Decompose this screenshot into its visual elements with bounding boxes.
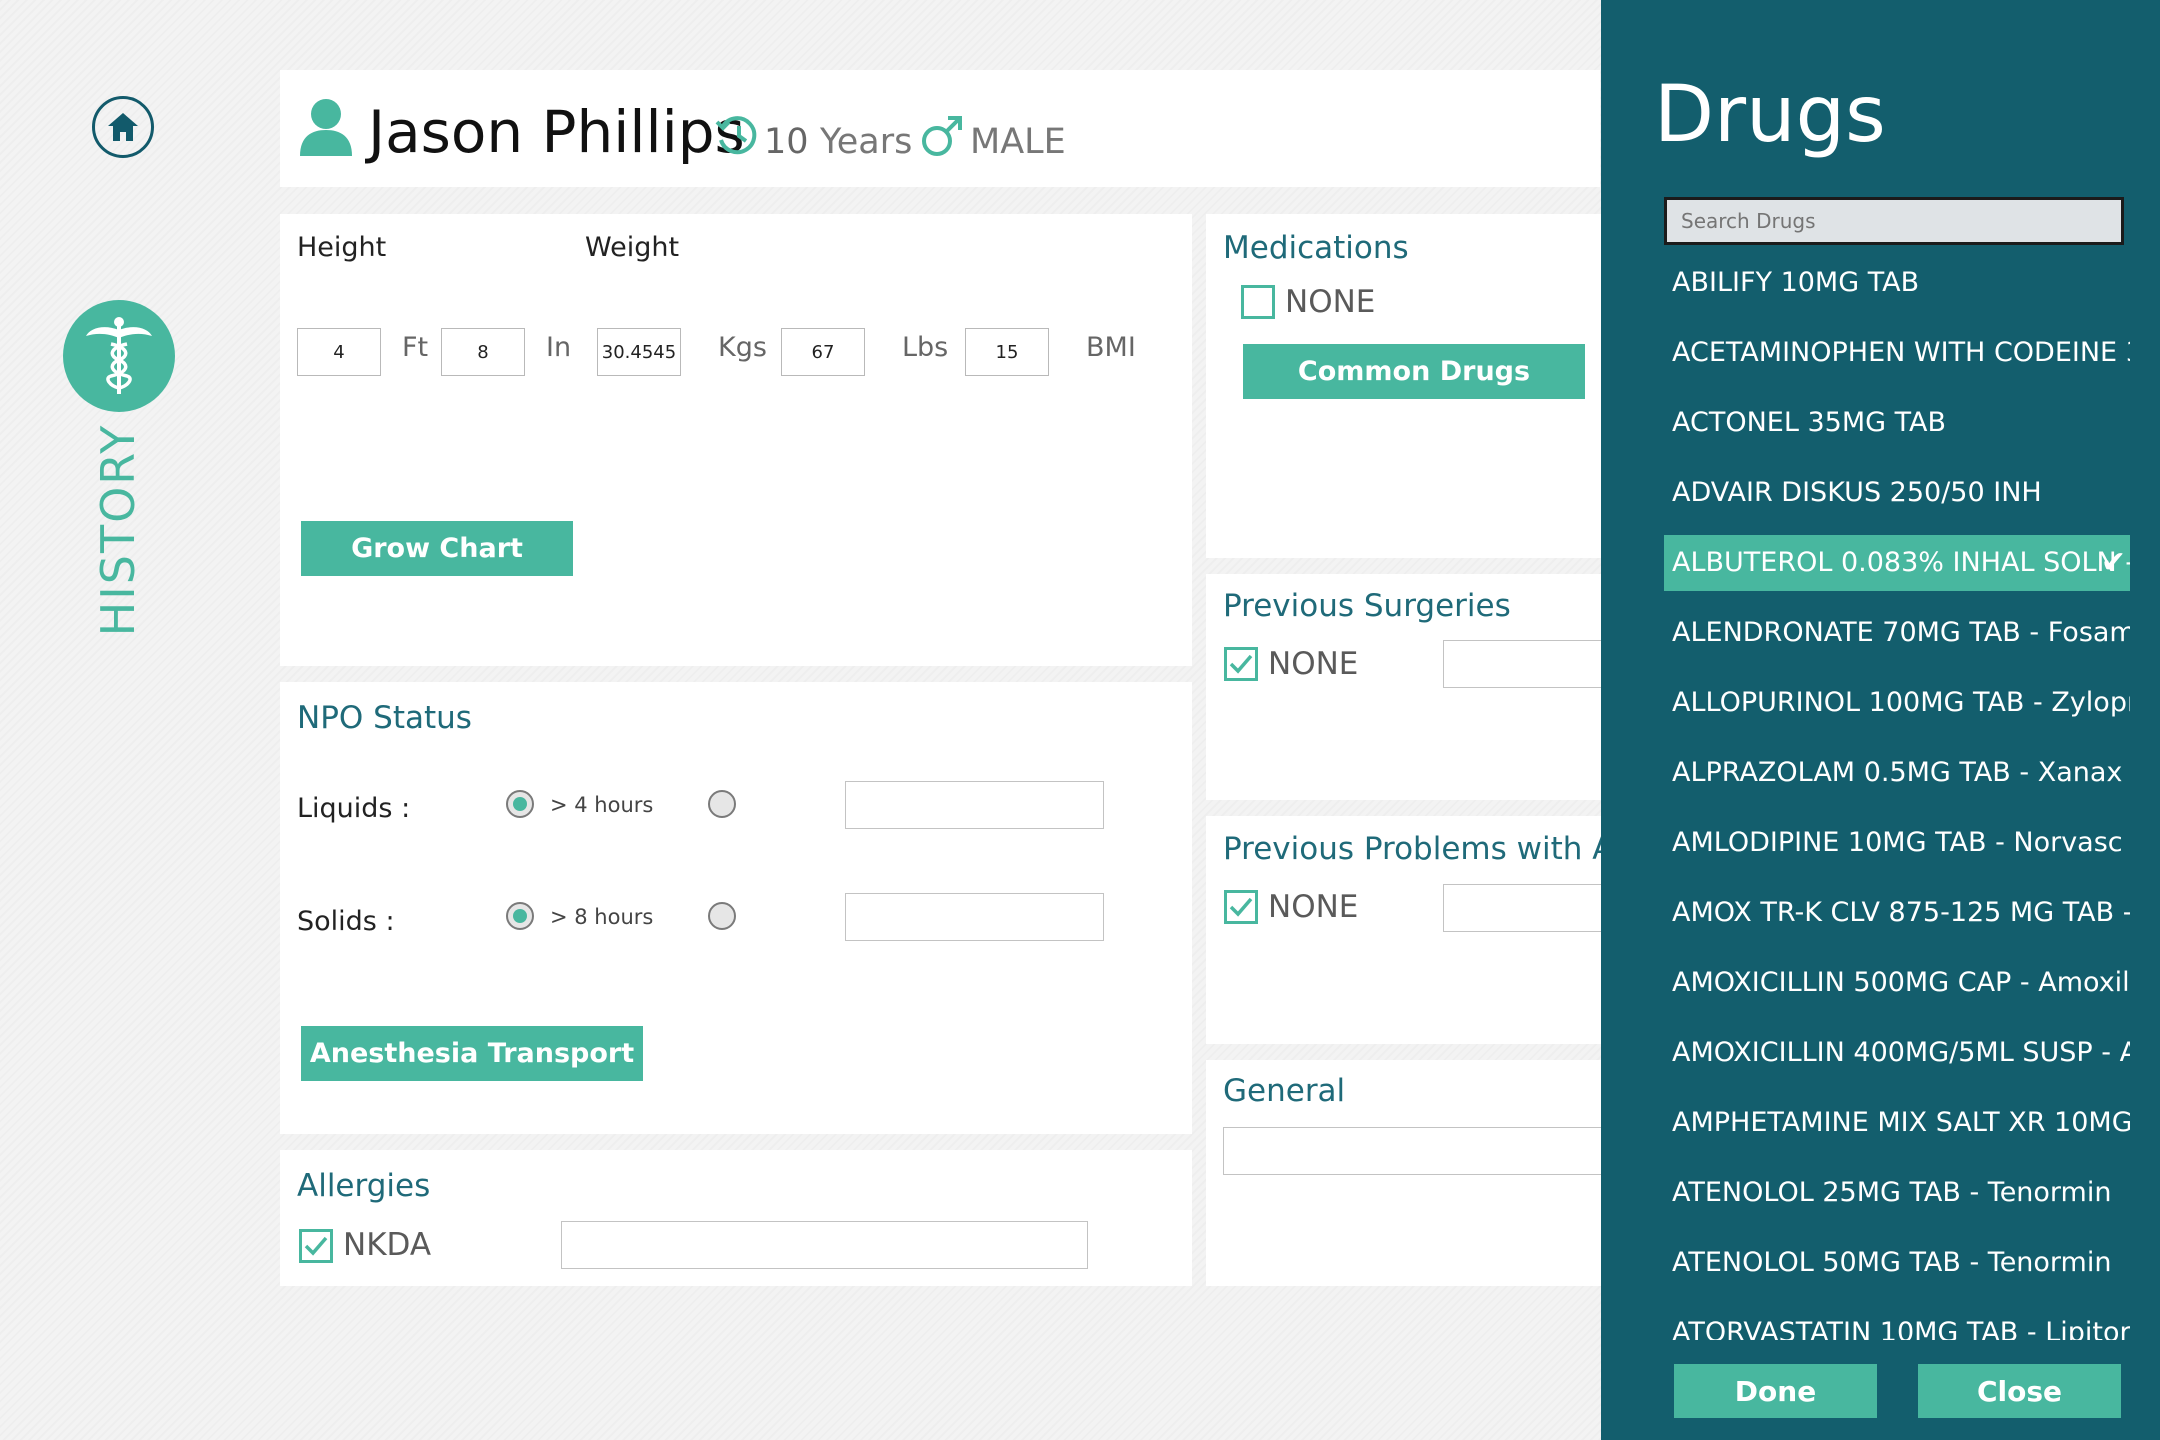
drug-list-item[interactable]: ACETAMINOPHEN WITH CODEINE 30 [1664, 325, 2130, 381]
surgeries-input[interactable] [1443, 640, 1613, 688]
drug-list-item[interactable]: ATENOLOL 25MG TAB - Tenormin [1664, 1165, 2130, 1221]
drug-list-item[interactable]: ALENDRONATE 70MG TAB - Fosamax [1664, 605, 2130, 661]
medications-none-label: NONE [1285, 284, 1376, 320]
done-button[interactable]: Done [1674, 1364, 1877, 1418]
section-label-history: HISTORY [91, 423, 145, 637]
grow-chart-button[interactable]: Grow Chart [301, 521, 573, 576]
bmi-unit: BMI [1086, 332, 1136, 363]
drug-list-item[interactable]: ACTONEL 35MG TAB [1664, 395, 2130, 451]
home-button[interactable] [92, 96, 154, 158]
close-button[interactable]: Close [1918, 1364, 2121, 1418]
patient-gender: MALE [970, 122, 1066, 162]
medications-title: Medications [1223, 230, 1409, 266]
npo-status-title: NPO Status [297, 700, 472, 736]
drug-item-label: ADVAIR DISKUS 250/50 INH [1672, 477, 2042, 508]
drug-list-item[interactable]: ALPRAZOLAM 0.5MG TAB - Xanax [1664, 745, 2130, 801]
drug-list-item[interactable]: AMOX TR-K CLV 875-125 MG TAB - A [1664, 885, 2130, 941]
drug-item-label: AMOXICILLIN 400MG/5ML SUSP - An [1672, 1037, 2130, 1068]
solids-option-label: > 8 hours [550, 905, 654, 929]
drug-list-item[interactable]: ATENOLOL 50MG TAB - Tenormin [1664, 1235, 2130, 1291]
allergies-title: Allergies [297, 1168, 431, 1204]
liquids-label: Liquids : [297, 793, 411, 824]
surgeries-none-checkbox[interactable] [1224, 647, 1258, 681]
drug-item-label: AMOX TR-K CLV 875-125 MG TAB - A [1672, 897, 2130, 928]
lbs-unit: Lbs [902, 332, 949, 363]
drug-list-item[interactable]: ABILIFY 10MG TAB [1664, 255, 2130, 311]
surgeries-none-label: NONE [1268, 646, 1359, 682]
drug-item-label: AMOXICILLIN 500MG CAP - Amoxil [1672, 967, 2130, 998]
drug-list-item[interactable]: ADVAIR DISKUS 250/50 INH [1664, 465, 2130, 521]
solids-other-input[interactable] [845, 893, 1104, 941]
height-feet-input[interactable]: 4 [297, 328, 381, 376]
medications-none-checkbox[interactable] [1241, 285, 1275, 319]
drug-item-label: ALBUTEROL 0.083% INHAL SOLN - [1672, 547, 2130, 578]
drug-item-label: ATORVASTATIN 10MG TAB - Lipitor [1672, 1317, 2130, 1340]
drug-list-item[interactable]: ATORVASTATIN 10MG TAB - Lipitor [1664, 1305, 2130, 1340]
patient-age-value: 10 [764, 122, 809, 162]
nkda-checkbox[interactable] [299, 1229, 333, 1263]
drug-item-label: ALENDRONATE 70MG TAB - Fosamax [1672, 617, 2130, 648]
bmi-input[interactable]: 15 [965, 328, 1049, 376]
measurements-panel [280, 214, 1192, 666]
patient-name: Jason Phillips [368, 98, 745, 166]
height-label: Height [297, 232, 387, 263]
liquids-other-input[interactable] [845, 781, 1104, 829]
previous-surgeries-title: Previous Surgeries [1223, 588, 1511, 624]
home-icon [108, 113, 138, 141]
drug-item-label: AMPHETAMINE MIX SALT XR 10MG C [1672, 1107, 2130, 1138]
checkmark-icon [1229, 897, 1253, 917]
drug-list-item[interactable]: ALLOPURINOL 100MG TAB - Zyloprim [1664, 675, 2130, 731]
drugs-title: Drugs [1654, 70, 1886, 160]
drug-list-item[interactable]: AMOXICILLIN 500MG CAP - Amoxil [1664, 955, 2130, 1011]
drug-item-label: ALPRAZOLAM 0.5MG TAB - Xanax [1672, 757, 2123, 788]
drug-list-item[interactable]: ALBUTEROL 0.083% INHAL SOLN - ✔ [1664, 535, 2130, 591]
general-title: General [1223, 1073, 1346, 1109]
drug-list[interactable]: ABILIFY 10MG TAB ACETAMINOPHEN WITH CODEI… [1664, 255, 2130, 1340]
weight-kgs-input[interactable]: 30.4545 [597, 328, 681, 376]
previous-problems-title: Previous Problems with Ane [1223, 831, 1653, 867]
liquids-radio-other[interactable] [708, 790, 736, 818]
general-input[interactable] [1223, 1127, 1613, 1175]
drug-item-label: ACTONEL 35MG TAB [1672, 407, 1947, 438]
patient-age-unit: Years [820, 122, 913, 162]
search-drugs-input[interactable] [1664, 197, 2124, 245]
feet-unit: Ft [402, 332, 429, 363]
checkmark-icon [1229, 654, 1253, 674]
drug-list-item[interactable]: AMOXICILLIN 400MG/5ML SUSP - An [1664, 1025, 2130, 1081]
common-drugs-button[interactable]: Common Drugs [1243, 344, 1585, 399]
weight-label: Weight [585, 232, 680, 263]
nkda-label: NKDA [343, 1227, 432, 1263]
drug-item-label: ALLOPURINOL 100MG TAB - Zyloprim [1672, 687, 2130, 718]
drug-item-label: AMLODIPINE 10MG TAB - Norvasc [1672, 827, 2123, 858]
drug-item-label: ATENOLOL 50MG TAB - Tenormin [1672, 1247, 2112, 1278]
solids-radio-other[interactable] [708, 902, 736, 930]
checkmark-icon [304, 1236, 328, 1256]
anesthesia-transport-button[interactable]: Anesthesia Transport [301, 1026, 643, 1081]
weight-lbs-input[interactable]: 67 [781, 328, 865, 376]
drug-item-label: ATENOLOL 25MG TAB - Tenormin [1672, 1177, 2112, 1208]
inches-unit: In [546, 332, 572, 363]
kgs-unit: Kgs [718, 332, 767, 363]
male-icon [922, 116, 962, 156]
drug-item-label: ACETAMINOPHEN WITH CODEINE 30 [1672, 337, 2130, 368]
drug-item-label: ABILIFY 10MG TAB [1672, 267, 1920, 298]
drug-list-item[interactable]: AMLODIPINE 10MG TAB - Norvasc [1664, 815, 2130, 871]
selected-checkmark-icon: ✔ [2100, 545, 2126, 580]
solids-label: Solids : [297, 906, 395, 937]
person-icon [300, 99, 352, 156]
problems-none-label: NONE [1268, 889, 1359, 925]
liquids-option-label: > 4 hours [550, 793, 654, 817]
clock-history-icon [715, 116, 757, 155]
problems-input[interactable] [1443, 884, 1613, 932]
solids-radio-8-hours[interactable] [506, 902, 534, 930]
allergies-input[interactable] [561, 1221, 1088, 1269]
height-inches-input[interactable]: 8 [441, 328, 525, 376]
drug-list-item[interactable]: AMPHETAMINE MIX SALT XR 10MG C [1664, 1095, 2130, 1151]
liquids-radio-4-hours[interactable] [506, 790, 534, 818]
problems-none-checkbox[interactable] [1224, 890, 1258, 924]
history-nav-button[interactable] [63, 300, 175, 412]
caduceus-icon [86, 317, 152, 394]
